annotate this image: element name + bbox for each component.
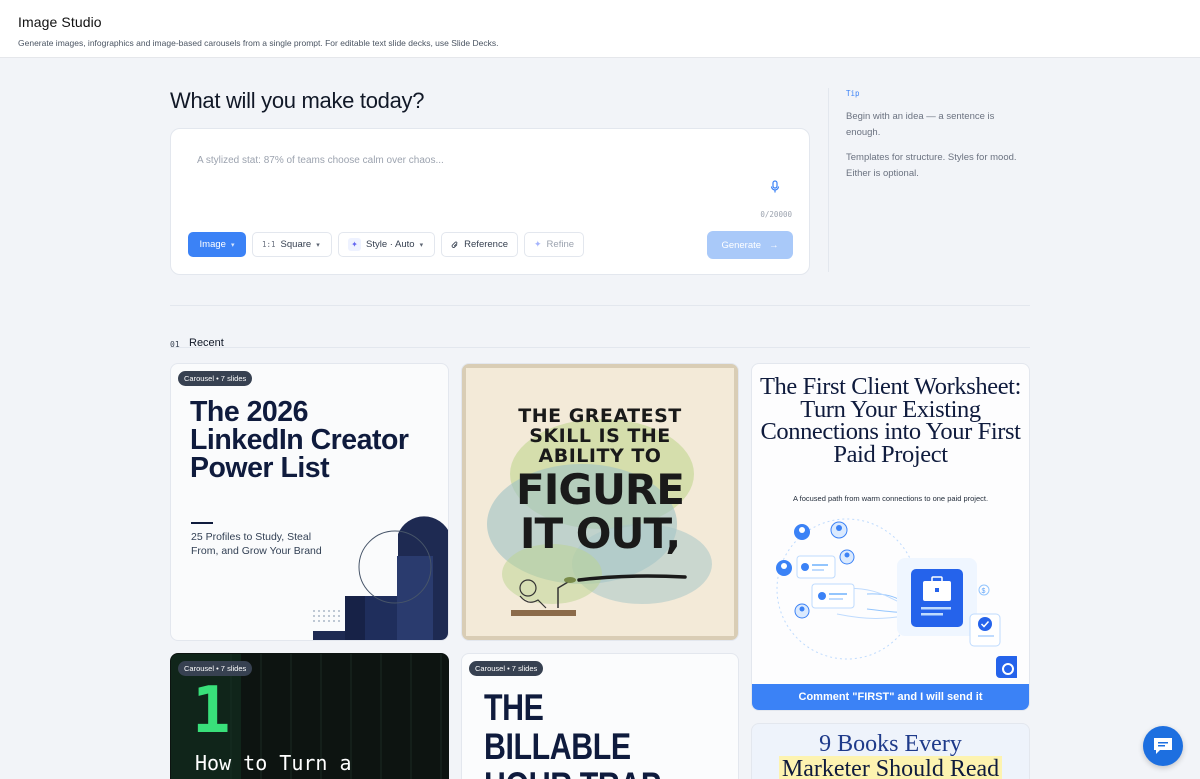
svg-text:$: $ bbox=[982, 588, 986, 595]
poster-line-4: FIGURE bbox=[516, 465, 685, 514]
poster-line-2: SKILL IS THE bbox=[529, 425, 671, 447]
title-line-3: HOUR TRAP bbox=[484, 766, 661, 779]
style-label: Style · Auto bbox=[366, 239, 415, 250]
refine-button[interactable]: ✦ Refine bbox=[524, 232, 584, 257]
poster-line-5: IT OUT, bbox=[519, 509, 681, 558]
title-line-1: THE bbox=[484, 687, 544, 728]
recent-card-how-to-turn[interactable]: Carousel • 7 slides 1 How to Turn a bbox=[170, 653, 449, 779]
card-title: How to Turn a bbox=[195, 751, 352, 775]
title-line-2: Marketer Should Read bbox=[778, 756, 1003, 779]
recent-card-first-client[interactable]: The First Client Worksheet: Turn Your Ex… bbox=[751, 363, 1030, 711]
chevron-down-icon: ▾ bbox=[419, 241, 424, 249]
card-footer-cta: Comment "FIRST" and I will send it bbox=[752, 684, 1029, 710]
underline-stroke bbox=[577, 574, 687, 582]
type-dropdown[interactable]: Image ▾ bbox=[188, 232, 246, 257]
desk-illustration bbox=[511, 577, 576, 616]
card-title: The 2026 LinkedIn Creator Power List bbox=[190, 396, 409, 484]
title-dash bbox=[191, 522, 213, 524]
title-line-2: BILLABLE bbox=[484, 726, 631, 767]
recent-card-billable-hour[interactable]: Carousel • 7 slides THE BILLABLE HOUR TR… bbox=[461, 653, 739, 779]
reference-button[interactable]: Reference bbox=[441, 232, 518, 257]
ratio-dropdown[interactable]: 1:1 Square ▾ bbox=[252, 232, 332, 257]
prompt-input[interactable]: A stylized stat: 87% of teams choose cal… bbox=[197, 155, 444, 166]
slide-number: 1 bbox=[192, 674, 231, 748]
section-divider bbox=[170, 305, 1030, 306]
tip-text-2: Templates for structure. Styles for mood… bbox=[846, 152, 1017, 179]
chat-support-button[interactable] bbox=[1143, 726, 1183, 766]
paperclip-icon bbox=[451, 241, 458, 248]
poster-line-3: ABILITY TO bbox=[538, 445, 662, 467]
card-subtitle: 25 Profiles to Study, Steal From, and Gr… bbox=[191, 531, 322, 557]
tip-label: Tip bbox=[846, 89, 860, 98]
poster-text: THE GREATEST SKILL IS THE ABILITY TO FIG… bbox=[462, 406, 738, 556]
ratio-label: Square bbox=[280, 239, 312, 250]
card-title: The First Client Worksheet: Turn Your Ex… bbox=[759, 373, 1021, 468]
chat-bubble-icon bbox=[1154, 738, 1172, 754]
composer-toolbar: Image ▾ 1:1 Square ▾ ✦ Style · Auto ▾ Re… bbox=[188, 232, 584, 257]
app-title: Image Studio bbox=[18, 14, 102, 30]
carousel-badge: Carousel • 7 slides bbox=[178, 371, 253, 386]
type-label: Image bbox=[199, 239, 226, 250]
generate-button[interactable]: Generate → bbox=[707, 231, 793, 259]
tip-text-1: Begin with an idea — a sentence is enoug… bbox=[846, 111, 995, 138]
character-counter: 0/20000 bbox=[760, 210, 792, 219]
chevron-down-icon: ▾ bbox=[316, 241, 320, 249]
card-title: 9 Books Every Marketer Should Read bbox=[752, 732, 1029, 779]
refine-label: Refine bbox=[546, 239, 575, 250]
ratio-code: 1:1 bbox=[262, 240, 276, 249]
app-subtitle: Generate images, infographics and image-… bbox=[18, 38, 499, 48]
tip-divider bbox=[828, 88, 829, 272]
top-header: Image Studio Generate images, infographi… bbox=[0, 0, 1200, 58]
recent-card-nine-books[interactable]: 9 Books Every Marketer Should Read bbox=[751, 723, 1030, 779]
microphone-icon[interactable] bbox=[769, 180, 781, 194]
sparkle-icon: ✦ bbox=[348, 238, 361, 251]
card-title: THE BILLABLE HOUR TRAP bbox=[484, 688, 661, 779]
network-illustration: $ bbox=[776, 518, 1017, 678]
chevron-down-icon: ▾ bbox=[230, 241, 235, 249]
reference-label: Reference bbox=[464, 239, 508, 250]
carousel-badge: Carousel • 7 slides bbox=[469, 661, 544, 676]
card-subtitle: A focused path from warm connections to … bbox=[792, 494, 989, 503]
recent-card-figure-it-out[interactable]: THE GREATEST SKILL IS THE ABILITY TO FIG… bbox=[461, 363, 739, 641]
style-dropdown[interactable]: ✦ Style · Auto ▾ bbox=[338, 232, 435, 257]
poster-line-1: THE GREATEST bbox=[518, 405, 682, 427]
prompt-composer: A stylized stat: 87% of teams choose cal… bbox=[170, 128, 810, 275]
recent-card-linkedin[interactable]: Carousel • 7 slides The 2026 LinkedIn Cr… bbox=[170, 363, 449, 641]
title-line-1: 9 Books Every bbox=[819, 731, 962, 757]
sparkle-icon: ✦ bbox=[534, 239, 542, 249]
carousel-badge: Carousel • 7 slides bbox=[178, 661, 253, 676]
arrow-right-icon: → bbox=[769, 239, 779, 251]
page-heading: What will you make today? bbox=[170, 88, 425, 113]
generate-label: Generate bbox=[721, 239, 762, 251]
bar-graphic bbox=[313, 516, 448, 640]
section-underline bbox=[170, 347, 1030, 348]
